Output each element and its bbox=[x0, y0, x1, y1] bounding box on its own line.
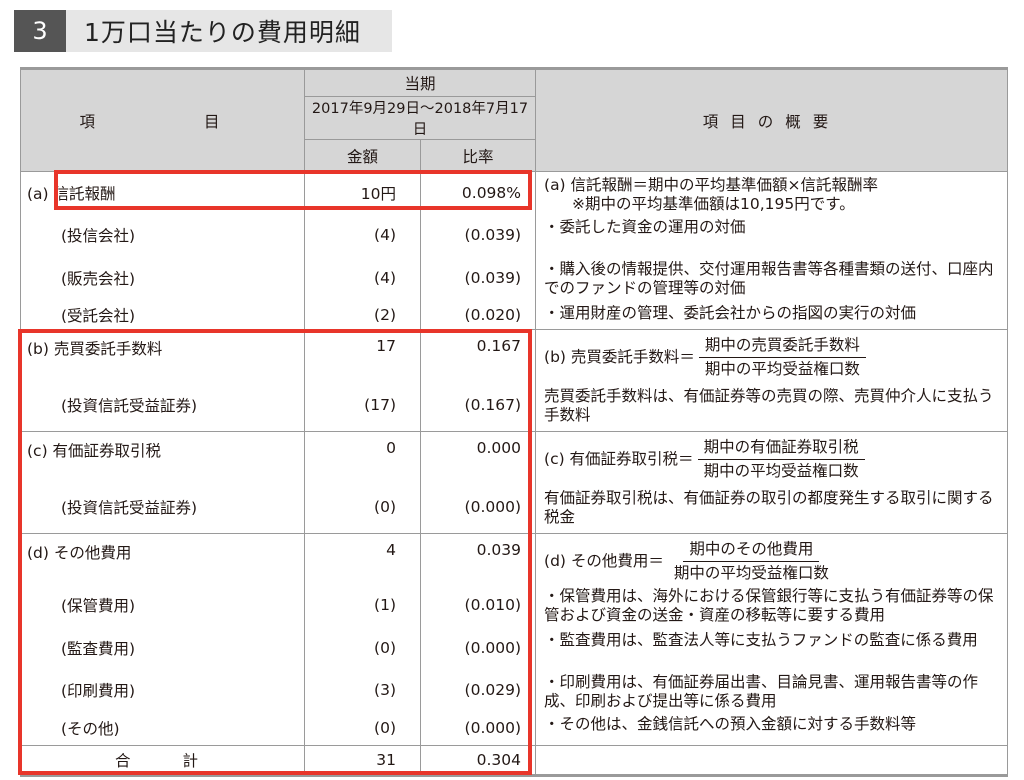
total-ratio: 0.304 bbox=[419, 744, 536, 777]
table-row: (d) その他費用 4 0.039 (d) その他費用＝ 期中のその他費用 期中の… bbox=[20, 533, 1009, 584]
row-description: ・その他は、金銭信託への預入金額に対する手数料等 bbox=[535, 711, 1009, 746]
row-ratio: 0.098% bbox=[419, 170, 536, 214]
table-row: (販売会社) (4) (0.039) ・購入後の情報提供、交付運用報告書等各種書… bbox=[20, 255, 1009, 300]
row-description: ・委託した資金の運用の対価 bbox=[535, 213, 1009, 256]
row-amount: (3) bbox=[304, 669, 421, 712]
row-ratio: (0.000) bbox=[419, 479, 536, 534]
row-amount: 0 bbox=[304, 431, 421, 480]
row-amount: (17) bbox=[304, 377, 421, 432]
row-description: (b) 売買委託手数料＝ 期中の売買委託手数料 期中の平均受益権口数 売買委託手数… bbox=[535, 329, 1009, 432]
row-label: (投資信託受益証券) bbox=[20, 479, 305, 534]
header-description: 項目の概要 bbox=[535, 67, 1009, 172]
row-ratio: 0.167 bbox=[419, 329, 536, 378]
row-amount: (1) bbox=[304, 583, 421, 628]
row-description: ・監査費用は、監査法人等に支払うファンドの監査に係る費用 bbox=[535, 627, 1009, 670]
row-ratio: (0.029) bbox=[419, 669, 536, 712]
row-ratio: (0.000) bbox=[419, 627, 536, 670]
table-row: (印刷費用) (3) (0.029) ・印刷費用は、有価証券届出書、目論見書、運… bbox=[20, 669, 1009, 712]
header-ratio: 比率 bbox=[419, 139, 537, 172]
row-description: ・購入後の情報提供、交付運用報告書等各種書類の送付、口座内でのファンドの管理等の… bbox=[535, 255, 1009, 300]
row-amount: (0) bbox=[304, 627, 421, 670]
header-period-range: 2017年9月29日～2018年7月17日 bbox=[303, 96, 537, 140]
row-label: (販売会社) bbox=[20, 255, 305, 300]
row-amount: 17 bbox=[304, 329, 421, 378]
total-amount: 31 bbox=[304, 744, 421, 777]
row-amount: (2) bbox=[304, 299, 421, 330]
row-amount: 4 bbox=[304, 533, 421, 584]
row-label: (a) 信託報酬 bbox=[20, 170, 305, 214]
table-row: (保管費用) (1) (0.010) ・保管費用は、海外における保管銀行等に支払… bbox=[20, 583, 1009, 628]
row-label: (c) 有価証券取引税 bbox=[20, 431, 305, 480]
header-amount: 金額 bbox=[304, 139, 421, 172]
row-ratio: (0.167) bbox=[419, 377, 536, 432]
row-ratio: (0.020) bbox=[419, 299, 536, 330]
section-title: 1万口当たりの費用明細 bbox=[84, 18, 361, 47]
row-amount: (0) bbox=[304, 711, 421, 746]
row-description: ・保管費用は、海外における保管銀行等に支払う有価証券等の保管および資金の送金・資… bbox=[535, 583, 1009, 628]
row-label: (その他) bbox=[20, 711, 305, 746]
expense-table: 項 目 当期 項目の概要 2017年9月29日～2018年7月17日 金額 比率… bbox=[20, 67, 1009, 777]
header-item: 項 目 bbox=[20, 67, 305, 172]
row-description: ・印刷費用は、有価証券届出書、目論見書、運用報告書等の作成、印刷および提出等に係… bbox=[535, 669, 1009, 712]
row-ratio: (0.039) bbox=[419, 213, 536, 256]
total-label: 合計 bbox=[20, 744, 305, 777]
row-label: (投信会社) bbox=[20, 213, 305, 256]
row-label: (印刷費用) bbox=[20, 669, 305, 712]
row-label: (保管費用) bbox=[20, 583, 305, 628]
row-description: ・運用財産の管理、委託会社からの指図の実行の対価 bbox=[535, 299, 1009, 330]
table-row: (投信会社) (4) (0.039) ・委託した資金の運用の対価 bbox=[20, 213, 1009, 256]
row-description: (d) その他費用＝ 期中のその他費用 期中の平均受益権口数 bbox=[535, 533, 1009, 584]
section-number: 3 bbox=[14, 10, 66, 52]
table-row: (a) 信託報酬 10円 0.098% (a) 信託報酬＝期中の平均基準価額×信… bbox=[20, 170, 1009, 214]
section-title-bar: 3 1万口当たりの費用明細 bbox=[14, 10, 392, 52]
header-period-label: 当期 bbox=[303, 67, 537, 97]
row-label: (投資信託受益証券) bbox=[20, 377, 305, 432]
row-label: (b) 売買委託手数料 bbox=[20, 329, 305, 378]
row-amount: 10円 bbox=[304, 170, 421, 214]
row-label: (監査費用) bbox=[20, 627, 305, 670]
row-ratio: (0.010) bbox=[419, 583, 536, 628]
row-ratio: (0.039) bbox=[419, 255, 536, 300]
total-description bbox=[535, 744, 1009, 777]
row-ratio: 0.000 bbox=[419, 431, 536, 480]
row-ratio: (0.000) bbox=[419, 711, 536, 746]
row-description: (c) 有価証券取引税＝ 期中の有価証券取引税 期中の平均受益権口数 有価証券取引… bbox=[535, 431, 1009, 534]
table-row: (その他) (0) (0.000) ・その他は、金銭信託への預入金額に対する手数… bbox=[20, 711, 1009, 746]
table-row: (監査費用) (0) (0.000) ・監査費用は、監査法人等に支払うファンドの… bbox=[20, 627, 1009, 670]
row-amount: (0) bbox=[304, 479, 421, 534]
row-amount: (4) bbox=[304, 213, 421, 256]
row-label: (受託会社) bbox=[20, 299, 305, 330]
row-amount: (4) bbox=[304, 255, 421, 300]
row-description: (a) 信託報酬＝期中の平均基準価額×信託報酬率 ※期中の平均基準価額は10,1… bbox=[535, 170, 1009, 214]
total-row: 合計 31 0.304 bbox=[20, 744, 1009, 777]
table-row: (受託会社) (2) (0.020) ・運用財産の管理、委託会社からの指図の実行… bbox=[20, 299, 1009, 330]
row-label: (d) その他費用 bbox=[20, 533, 305, 584]
table-row: (c) 有価証券取引税 0 0.000 (c) 有価証券取引税＝ 期中の有価証券… bbox=[20, 431, 1009, 534]
table-row: (b) 売買委託手数料 17 0.167 (b) 売買委託手数料＝ 期中の売買委… bbox=[20, 329, 1009, 432]
row-ratio: 0.039 bbox=[419, 533, 536, 584]
